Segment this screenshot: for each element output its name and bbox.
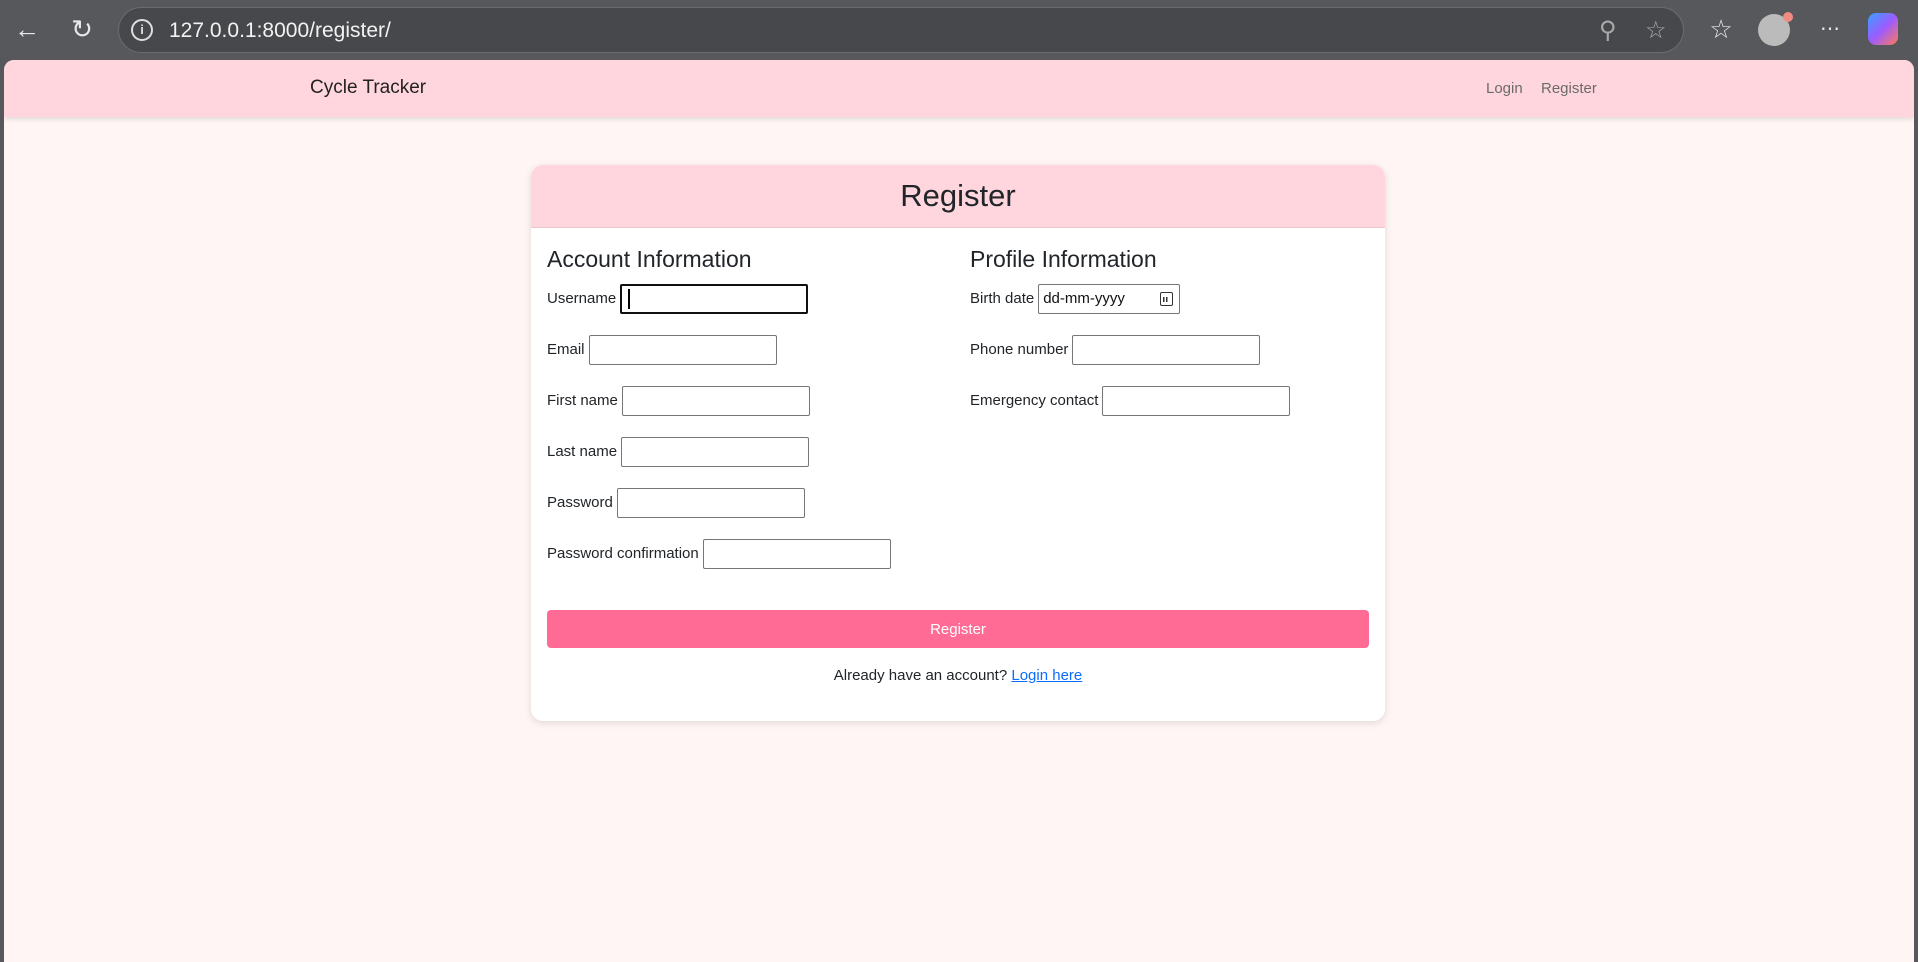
info-icon[interactable]: i (131, 19, 153, 41)
reload-icon[interactable]: ↻ (65, 12, 99, 46)
back-icon[interactable]: ← (10, 12, 44, 46)
first-name-row: First name (547, 386, 891, 437)
first-name-input[interactable] (621, 386, 810, 416)
register-button[interactable]: Register (547, 610, 1369, 648)
password-confirmation-row: Password confirmation (547, 539, 891, 590)
account-section: Account Information Username Email First… (547, 246, 891, 590)
page-title: Register (900, 178, 1016, 213)
nav-login-link[interactable]: Login (1486, 80, 1523, 97)
calendar-icon[interactable] (1160, 292, 1174, 306)
profile-section: Profile Information Birth date dd-mm-yyy… (970, 246, 1291, 437)
birth-date-label: Birth date (970, 290, 1035, 307)
login-here-link[interactable]: Login here (1011, 667, 1082, 684)
username-row: Username (547, 284, 891, 335)
emergency-contact-input[interactable] (1102, 386, 1291, 416)
login-prompt: Already have an account? Login here (531, 665, 1385, 687)
password-confirmation-input[interactable] (702, 539, 891, 569)
page: Cycle Tracker Login Register Register Ac… (4, 60, 1914, 962)
password-input[interactable] (616, 488, 805, 518)
navbar: Cycle Tracker Login Register (4, 60, 1914, 117)
email-input[interactable] (588, 335, 777, 365)
address-bar[interactable]: i 127.0.0.1:8000/register/ ⚲ ☆ (118, 7, 1684, 53)
account-heading: Account Information (547, 246, 752, 272)
last-name-input[interactable] (621, 437, 810, 467)
profile-heading: Profile Information (970, 246, 1157, 272)
star-icon[interactable]: ☆ (1645, 16, 1667, 45)
email-row: Email (547, 335, 891, 386)
password-row: Password (547, 488, 891, 539)
email-label: Email (547, 341, 585, 358)
username-input[interactable] (620, 284, 809, 314)
last-name-label: Last name (547, 443, 618, 460)
card-header: Register (531, 165, 1385, 228)
emergency-contact-label: Emergency contact (970, 392, 1099, 409)
brand-link[interactable]: Cycle Tracker (310, 77, 426, 99)
birth-date-placeholder: dd-mm-yyyy (1043, 290, 1125, 307)
password-confirmation-label: Password confirmation (547, 545, 699, 562)
first-name-label: First name (547, 392, 618, 409)
birth-date-input[interactable]: dd-mm-yyyy (1038, 284, 1181, 314)
nav-register-link[interactable]: Register (1541, 80, 1597, 97)
register-card: Register Account Information Username Em… (531, 165, 1385, 721)
browser-toolbar: ← ↻ i 127.0.0.1:8000/register/ ⚲ ☆ ☆ ⋯ (0, 0, 1918, 60)
phone-number-label: Phone number (970, 341, 1069, 358)
phone-number-row: Phone number (970, 335, 1290, 386)
emergency-contact-row: Emergency contact (970, 386, 1291, 437)
copilot-icon[interactable] (1868, 13, 1898, 45)
zoom-out-icon[interactable]: ⚲ (1599, 16, 1617, 45)
birth-date-row: Birth date dd-mm-yyyy (970, 284, 1290, 335)
more-icon[interactable]: ⋯ (1813, 12, 1847, 46)
favorites-icon[interactable]: ☆ (1704, 12, 1738, 46)
username-label: Username (547, 290, 617, 307)
text-caret (628, 289, 630, 309)
phone-number-input[interactable] (1072, 335, 1261, 365)
profile-avatar[interactable] (1758, 12, 1793, 46)
login-prompt-text: Already have an account? (833, 667, 1008, 684)
last-name-row: Last name (547, 437, 891, 488)
url-text[interactable]: 127.0.0.1:8000/register/ (169, 19, 391, 43)
password-label: Password (547, 494, 613, 511)
